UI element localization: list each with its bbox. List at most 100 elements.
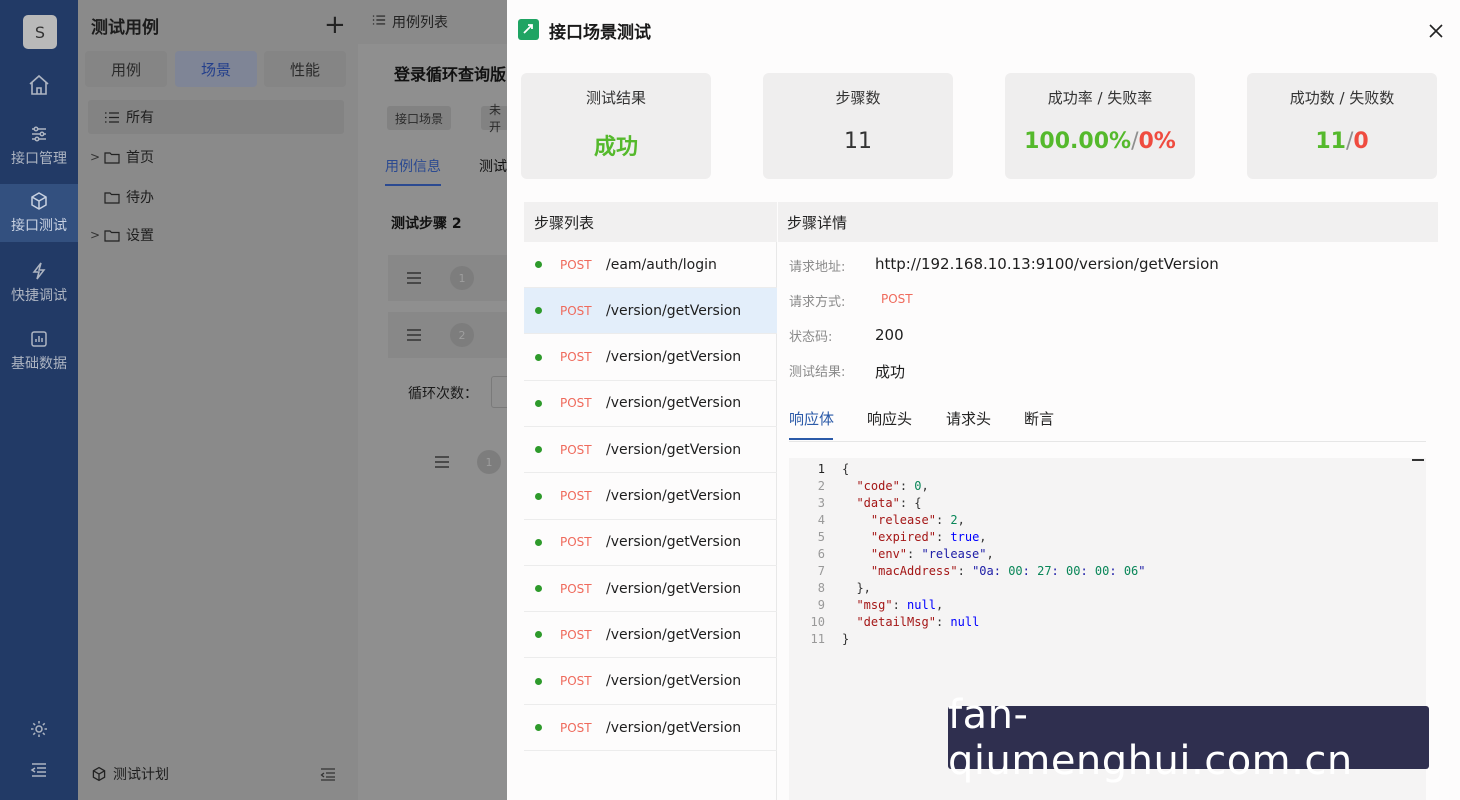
fail-rate: 0% bbox=[1138, 129, 1176, 154]
step-path: /version/getVersion bbox=[606, 302, 742, 319]
code-line: 2 "code": 0, bbox=[817, 479, 929, 493]
tab-test[interactable]: 测试 bbox=[479, 156, 507, 176]
stat-label: 测试结果 bbox=[585, 89, 646, 107]
tab-request-headers[interactable]: 请求头 bbox=[946, 408, 991, 429]
step-list: 步骤列表 POST/eam/auth/login POST/version/get… bbox=[524, 202, 777, 800]
drawer-title: 接口场景测试 bbox=[549, 23, 651, 43]
segment-performance[interactable]: 性能 bbox=[264, 51, 346, 87]
nav-item-label: 接口测试 bbox=[11, 218, 67, 234]
step-path: /version/getVersion bbox=[606, 441, 742, 458]
step-row[interactable]: POST/eam/auth/login bbox=[524, 242, 777, 288]
test-plan-label: 测试计划 bbox=[113, 767, 169, 783]
tab-assertions[interactable]: 断言 bbox=[1024, 408, 1054, 429]
stat-card-rate: 成功率 / 失败率 100.00%/0% bbox=[1005, 73, 1195, 179]
tab-response-body[interactable]: 响应体 bbox=[789, 408, 834, 429]
nav-item-label: 基础数据 bbox=[11, 356, 67, 372]
tree-item-label: 首页 bbox=[126, 150, 154, 166]
stat-value: 11 bbox=[844, 129, 872, 154]
drag-handle-icon[interactable] bbox=[406, 272, 422, 284]
step-row[interactable]: POST/version/getVersion bbox=[524, 474, 777, 520]
close-icon[interactable] bbox=[1426, 21, 1446, 41]
step-path: /version/getVersion bbox=[606, 349, 742, 366]
step-row[interactable]: POST/version/getVersion bbox=[524, 520, 777, 566]
status-dot bbox=[535, 585, 542, 593]
cube-icon bbox=[92, 766, 106, 782]
expand-arrow[interactable]: > bbox=[88, 150, 102, 164]
collapse-menu-icon[interactable] bbox=[29, 760, 49, 780]
method-label: 请求方式: bbox=[789, 295, 846, 310]
app-logo-icon bbox=[518, 19, 539, 40]
step-row[interactable]: POST/version/getVersion bbox=[524, 427, 777, 474]
scene-test-drawer: 接口场景测试 测试结果 成功 步骤数 11 成功率 / 失败率 100.00%/… bbox=[507, 0, 1460, 800]
step-path: /version/getVersion bbox=[606, 719, 742, 736]
left-nav: S 接口管理 接口测试 快捷调试 基础数据 bbox=[0, 0, 78, 800]
success-rate: 100.00% bbox=[1024, 129, 1132, 154]
step-row[interactable]: POST/version/getVersion bbox=[524, 288, 777, 335]
step-row[interactable]: POST/version/getVersion bbox=[524, 612, 777, 659]
drag-handle-icon[interactable] bbox=[406, 329, 422, 341]
code-line: 1{ bbox=[817, 462, 850, 476]
nav-item-quick-debug[interactable]: 快捷调试 bbox=[0, 254, 78, 312]
tree-item-settings[interactable]: > 设置 bbox=[88, 218, 344, 252]
avatar[interactable]: S bbox=[23, 15, 57, 49]
case-heading: 登录循环查询版 bbox=[394, 65, 507, 84]
tab-divider bbox=[789, 441, 1426, 442]
folder-icon bbox=[104, 191, 120, 204]
step-row[interactable]: POST/version/getVersion bbox=[524, 335, 777, 381]
tree-item-todo[interactable]: 待办 bbox=[88, 180, 344, 214]
step-number: 1 bbox=[450, 266, 474, 290]
step-method: POST bbox=[560, 535, 592, 550]
tab-case-info[interactable]: 用例信息 bbox=[385, 156, 441, 186]
step-row[interactable]: POST/version/getVersion bbox=[524, 659, 777, 705]
nav-item-api-manage[interactable]: 接口管理 bbox=[0, 117, 78, 175]
top-tab-bar: 用例列表 bbox=[358, 0, 508, 44]
list-icon bbox=[372, 15, 386, 25]
tab-case-list[interactable]: 用例列表 bbox=[392, 12, 448, 32]
step-path: /eam/auth/login bbox=[606, 256, 717, 273]
step-method: POST bbox=[560, 350, 592, 365]
step-method: POST bbox=[560, 303, 592, 318]
tag-status: 未开 bbox=[481, 103, 510, 134]
tab-response-headers[interactable]: 响应头 bbox=[867, 408, 912, 429]
segment-case[interactable]: 用例 bbox=[85, 51, 167, 87]
step-number: 1 bbox=[477, 450, 501, 474]
step-list-header: 步骤列表 bbox=[524, 202, 777, 242]
url-label: 请求地址: bbox=[789, 260, 846, 275]
fail-count: 0 bbox=[1353, 129, 1369, 154]
step-method: POST bbox=[560, 442, 592, 457]
step-path: /version/getVersion bbox=[606, 580, 742, 597]
drag-handle-icon[interactable] bbox=[434, 456, 450, 468]
active-tab-indicator bbox=[789, 438, 833, 440]
code-line: 11} bbox=[810, 632, 850, 646]
code-line: 8 }, bbox=[817, 581, 871, 595]
stat-label: 步骤数 bbox=[835, 89, 881, 107]
expand-arrow[interactable]: > bbox=[88, 228, 102, 242]
step-row[interactable]: POST/version/getVersion bbox=[524, 381, 777, 427]
add-button[interactable]: + bbox=[324, 12, 346, 38]
step-row[interactable]: POST/version/getVersion bbox=[524, 566, 777, 613]
nav-item-base-data[interactable]: 基础数据 bbox=[0, 322, 78, 380]
collapse-panel-icon[interactable] bbox=[320, 766, 336, 782]
step-detail-header: 步骤详情 bbox=[778, 202, 1438, 242]
nav-item-api-test[interactable]: 接口测试 bbox=[0, 184, 78, 242]
status-dot bbox=[535, 492, 542, 500]
step-row[interactable]: POST/version/getVersion bbox=[524, 705, 777, 751]
segment-scene[interactable]: 场景 bbox=[175, 51, 257, 87]
url-value: http://192.168.10.13:9100/version/getVer… bbox=[875, 255, 1219, 273]
status-dot bbox=[535, 261, 542, 268]
stat-value: 成功 bbox=[593, 135, 638, 160]
step-method: POST bbox=[560, 674, 592, 689]
stat-card-step-count: 步骤数 11 bbox=[763, 73, 953, 179]
tree-item-all[interactable]: 所有 bbox=[88, 100, 344, 134]
home-icon[interactable] bbox=[27, 73, 51, 97]
step-method: POST bbox=[560, 581, 592, 596]
stat-label: 成功数 / 失败数 bbox=[1289, 89, 1395, 107]
gear-icon[interactable] bbox=[29, 719, 49, 739]
tree-item-home[interactable]: > 首页 bbox=[88, 140, 344, 174]
test-plan-link[interactable]: 测试计划 bbox=[91, 764, 169, 784]
stat-label: 成功率 / 失败率 bbox=[1047, 89, 1153, 107]
watermark: fan-qiumenghui.com.cn bbox=[948, 692, 1429, 784]
method-value: POST bbox=[881, 292, 913, 306]
result-value: 成功 bbox=[875, 363, 906, 381]
step-method: POST bbox=[560, 489, 592, 503]
